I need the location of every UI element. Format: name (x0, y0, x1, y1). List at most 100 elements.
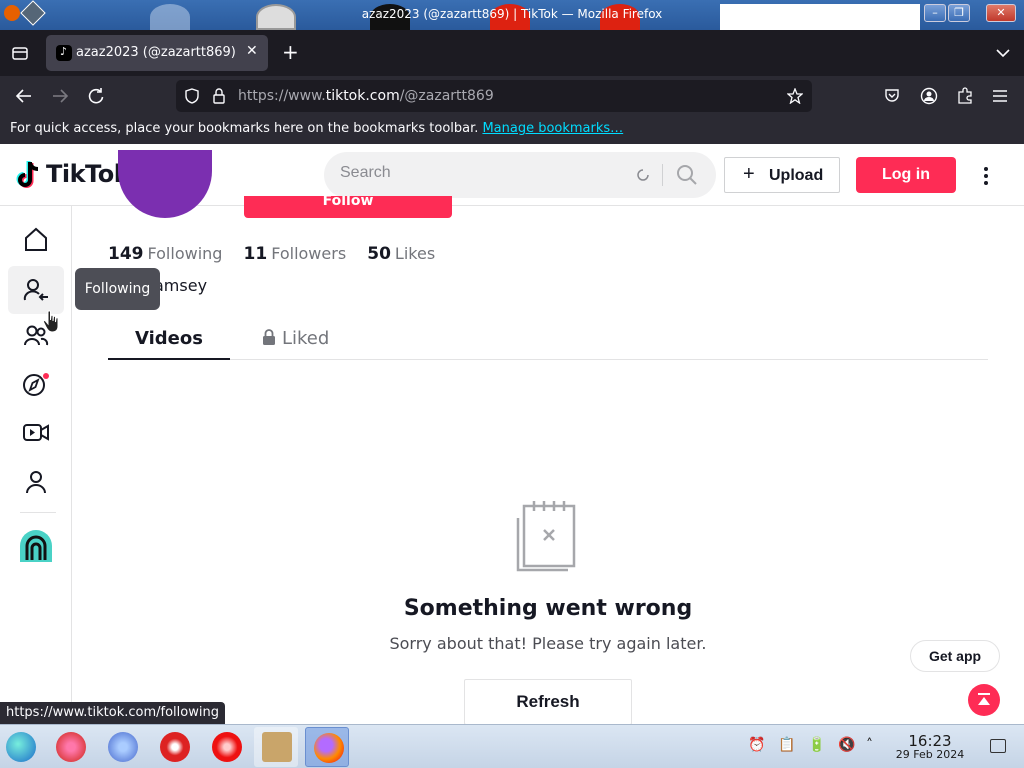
clock-date[interactable]: 29 Feb 2024 (892, 748, 968, 761)
browser-tab[interactable]: ♪ azaz2023 (@zazartt869) | TikTok ✕ (46, 35, 268, 71)
tiktok-logo-text[interactable]: TikTok (46, 160, 130, 188)
scroll-to-top-button[interactable] (968, 684, 1000, 716)
firefox-icon (314, 733, 344, 763)
tiktok-favicon: ♪ (56, 45, 72, 61)
taskbar: ⏰ 📋 🔋 🔇 ˄ 16:23 29 Feb 2024 (0, 724, 1024, 768)
minimize-button[interactable]: – (924, 4, 946, 22)
manage-bookmarks-link[interactable]: Manage bookmarks… (482, 121, 623, 136)
hand-cursor-icon (42, 310, 59, 333)
battery-icon[interactable]: 🔋 (808, 737, 825, 753)
app-icon (108, 732, 138, 762)
clipboard-icon[interactable]: 📋 (778, 737, 795, 753)
tab-close-icon[interactable]: ✕ (246, 43, 258, 59)
stat-value: 50 (367, 244, 391, 264)
stat-value: 149 (108, 244, 144, 264)
sidebar-item-explore[interactable] (8, 361, 64, 409)
sidebar-item-live[interactable] (8, 408, 64, 456)
profile-avatar[interactable] (118, 150, 212, 218)
maximize-button[interactable]: ❐ (948, 4, 970, 22)
bookmarks-message: For quick access, place your bookmarks h… (10, 121, 623, 136)
stat-label: Likes (394, 244, 436, 263)
compass-icon (23, 373, 49, 396)
volume-muted-icon[interactable]: 🔇 (838, 737, 855, 753)
sidebar-item-for-you[interactable] (8, 216, 64, 264)
lock-icon (263, 329, 275, 345)
follow-button[interactable]: Follow (244, 196, 452, 218)
show-desktop-icon[interactable] (990, 739, 1006, 753)
upload-button[interactable]: + Upload (724, 157, 840, 193)
sidebar-item-profile[interactable] (8, 458, 64, 506)
back-icon[interactable] (15, 88, 33, 104)
windows-start-icon (6, 732, 36, 762)
taskbar-app-4[interactable] (204, 727, 248, 767)
search-icon[interactable] (676, 164, 698, 186)
login-button[interactable]: Log in (856, 157, 956, 193)
following-icon (23, 279, 48, 301)
package-icon (262, 732, 292, 762)
close-button[interactable]: ✕ (986, 4, 1016, 22)
following-count[interactable]: 149 Following (108, 244, 223, 264)
app-icon (212, 732, 242, 762)
get-app-button[interactable]: Get app (910, 640, 1000, 672)
forward-icon[interactable] (51, 88, 69, 104)
shield-icon[interactable] (184, 88, 200, 104)
sidebar-divider (20, 512, 56, 513)
start-button[interactable] (0, 727, 44, 767)
arrow-up-icon (978, 693, 990, 705)
search-input[interactable] (340, 164, 620, 182)
alarm-icon[interactable]: ⏰ (748, 737, 765, 753)
bookmarks-hint: For quick access, place your bookmarks h… (10, 121, 479, 136)
profile-icon (26, 471, 46, 494)
navigation-bar: https://www.tiktok.com/@zazartt869 (0, 76, 1024, 116)
more-options-icon[interactable] (982, 166, 990, 186)
loading-spinner-icon (637, 169, 649, 181)
sidebar-item-following[interactable] (8, 266, 64, 314)
taskbar-app-2[interactable] (100, 727, 144, 767)
tab-liked[interactable]: Liked (262, 320, 329, 360)
new-tab-button[interactable]: + (282, 40, 299, 64)
refresh-button[interactable]: Refresh (464, 679, 632, 725)
pocket-icon[interactable] (884, 88, 900, 104)
home-icon (25, 227, 47, 251)
search-box (324, 152, 716, 198)
menu-icon[interactable] (992, 89, 1008, 103)
followers-count[interactable]: 11 Followers (243, 244, 347, 264)
stat-value: 11 (243, 244, 268, 264)
sidebar-item-creator-effects[interactable] (8, 522, 64, 570)
effects-house-icon (20, 530, 52, 562)
profile-stats: 149 Following 11 Followers 50 Likes (108, 244, 451, 264)
stat-label: Following (147, 244, 223, 263)
extensions-icon[interactable] (956, 87, 974, 105)
window-titlebar: azaz2023 (@zazartt869) | TikTok — Mozill… (0, 0, 1024, 30)
url-text[interactable]: https://www.tiktok.com/@zazartt869 (238, 88, 494, 104)
link-status-bar: https://www.tiktok.com/following (0, 702, 225, 724)
tab-overview-icon[interactable] (12, 45, 28, 61)
tab-videos[interactable]: Videos (108, 320, 230, 360)
likes-count: 50 Likes (367, 244, 436, 264)
taskbar-app-1[interactable] (48, 727, 92, 767)
bookmark-star-icon[interactable] (787, 88, 803, 104)
search-divider (662, 164, 663, 186)
radiation-icon (160, 732, 190, 762)
reload-icon[interactable] (87, 87, 105, 105)
stat-label: Followers (271, 244, 347, 263)
profile-bio: amsey (154, 276, 208, 295)
tab-strip: ♪ azaz2023 (@zazartt869) | TikTok ✕ + (0, 30, 1024, 76)
taskbar-app-3[interactable] (152, 727, 196, 767)
list-tabs-icon[interactable] (996, 48, 1010, 58)
plus-icon: + (743, 163, 755, 185)
account-icon[interactable] (920, 87, 938, 105)
error-calendar-icon (516, 501, 576, 572)
tab-liked-label: Liked (282, 328, 330, 349)
tiktok-logo-icon[interactable] (16, 160, 42, 190)
error-subtitle: Sorry about that! Please try again later… (389, 634, 707, 653)
url-bar[interactable]: https://www.tiktok.com/@zazartt869 (176, 80, 812, 112)
live-video-icon (23, 424, 49, 441)
show-hidden-icons[interactable]: ˄ (866, 737, 873, 753)
taskbar-app-5[interactable] (254, 727, 298, 767)
lock-icon[interactable] (212, 87, 226, 105)
bookmarks-toolbar: For quick access, place your bookmarks h… (0, 116, 1024, 144)
taskbar-firefox[interactable] (305, 727, 349, 767)
upload-label: Upload (769, 167, 824, 184)
follow-label: Follow (322, 196, 374, 209)
